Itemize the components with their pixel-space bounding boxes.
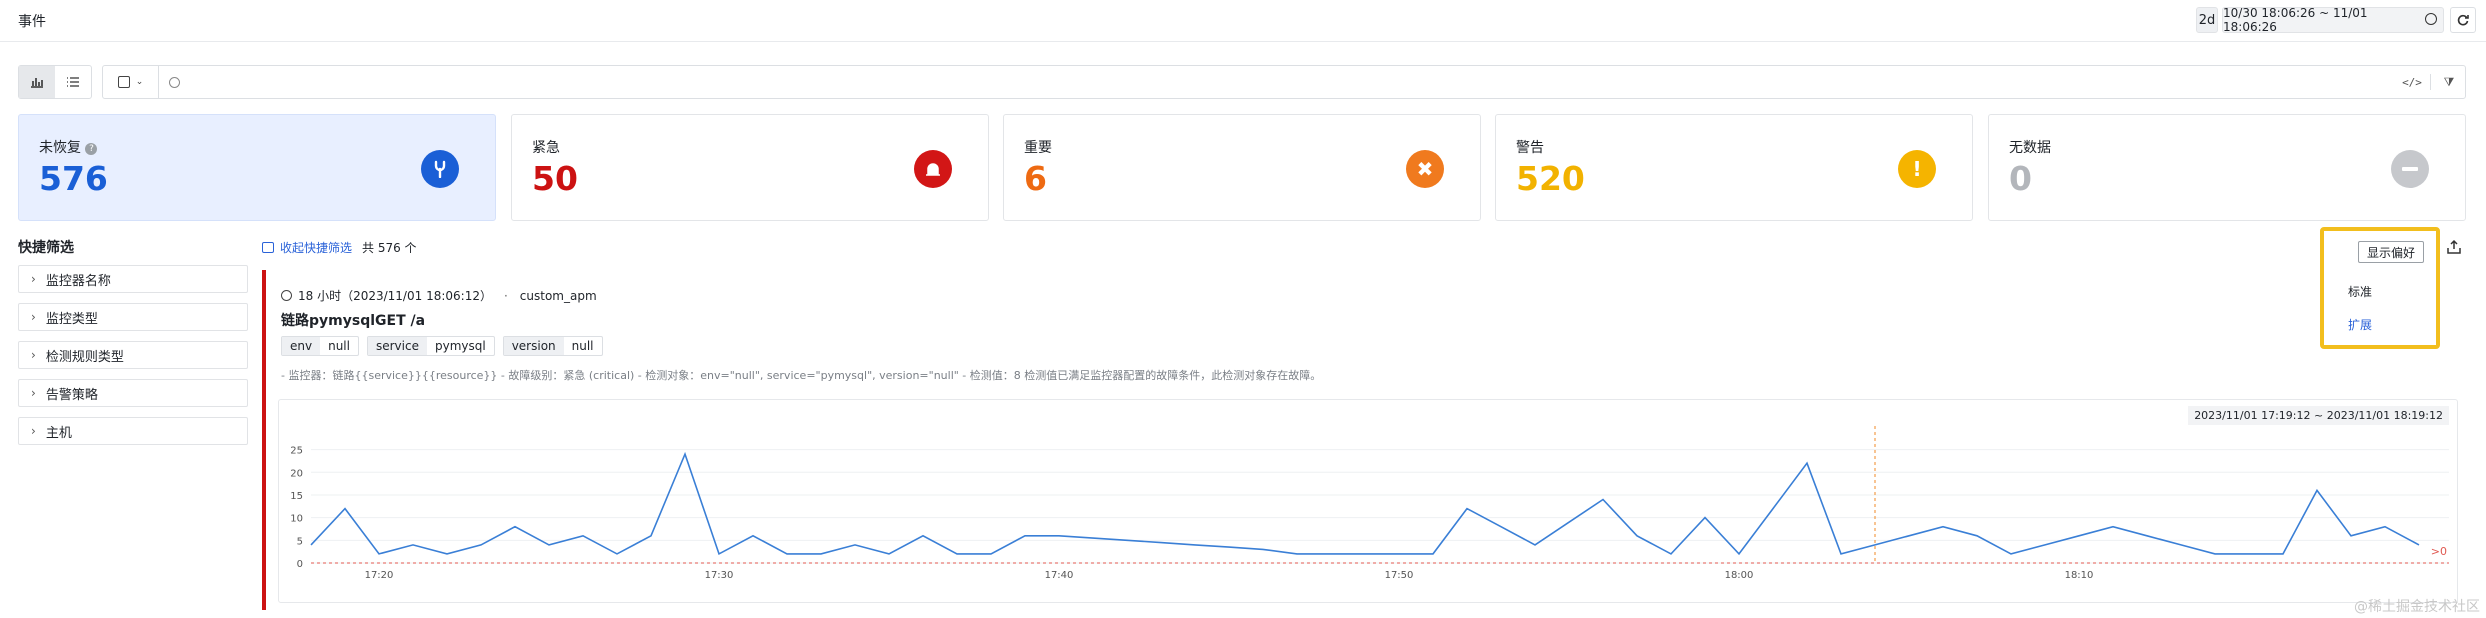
card-value: 50 xyxy=(532,159,578,198)
card-no-data[interactable]: 无数据 0 xyxy=(1988,114,2466,221)
chevron-right-icon: › xyxy=(31,424,36,438)
search-bar: ⌄ </> ⧩ xyxy=(102,65,2466,99)
help-icon: ? xyxy=(85,143,98,155)
event-description: - 监控器：链路{{service}}{{resource}} - 故障级别：紧… xyxy=(281,369,1322,382)
range-chip[interactable]: 2d xyxy=(2196,7,2218,33)
wrench-icon xyxy=(421,150,459,188)
card-important[interactable]: 重要 6 ✖ xyxy=(1003,114,1481,221)
chevron-down-icon: ⌄ xyxy=(135,77,144,87)
card-label: 重要 xyxy=(1024,140,1052,156)
y-tick-label: 15 xyxy=(290,491,303,502)
card-critical[interactable]: 紧急 50 xyxy=(511,114,989,221)
chart-view-button[interactable] xyxy=(19,66,55,98)
minus-icon xyxy=(2391,150,2429,188)
event-chart-panel: 2023/11/01 17:19:12 ~ 2023/11/01 18:19:1… xyxy=(278,399,2458,603)
filter-item-monitor-name[interactable]: › 监控器名称 xyxy=(18,265,248,293)
exclamation-icon: ! xyxy=(1898,150,1936,188)
card-label: 紧急 xyxy=(532,140,560,156)
card-value: 0 xyxy=(2009,159,2032,198)
page-title: 事件 xyxy=(18,14,46,30)
filter-item-alert-policy[interactable]: › 告警策略 xyxy=(18,379,248,407)
series-line xyxy=(310,451,2420,556)
x-tick-label: 18:10 xyxy=(2065,570,2094,581)
display-preference-button[interactable]: 显示偏好 xyxy=(2358,241,2424,263)
time-range-picker[interactable]: 10/30 18:06:26 ~ 11/01 18:06:26 xyxy=(2222,6,2444,34)
chevron-right-icon: › xyxy=(31,310,36,324)
quick-filter-title: 快捷筛选 xyxy=(18,240,74,256)
close-circle-icon: ✖ xyxy=(1406,150,1444,188)
filter-settings-icon[interactable]: ⧩ xyxy=(2437,75,2461,90)
card-label: 未恢复 xyxy=(39,140,81,156)
list-view-button[interactable] xyxy=(55,66,91,98)
x-tick-label: 18:00 xyxy=(1725,570,1754,581)
filter-item-label: 告警策略 xyxy=(45,387,98,403)
card-label: 无数据 xyxy=(2009,140,2051,156)
card-value: 6 xyxy=(1024,159,1047,198)
view-toggle xyxy=(18,65,92,99)
search-icon xyxy=(169,76,180,88)
tag-value: pymysql xyxy=(434,339,486,353)
page-header: 事件 2d 10/30 18:06:26 ~ 11/01 18:06:26 xyxy=(0,0,2486,42)
watermark: @稀土掘金技术社区 xyxy=(2354,599,2480,615)
event-line-chart: 0 5 10 15 20 25 17:20 17:30 17:40 17:50 18:00 18:10… xyxy=(290,426,2449,581)
collapse-icon[interactable] xyxy=(262,242,274,253)
source-selector[interactable]: ⌄ xyxy=(103,66,159,98)
card-value: 520 xyxy=(1516,159,1585,198)
filter-item-rule-type[interactable]: › 检测规则类型 xyxy=(18,341,248,369)
event-title[interactable]: 链路pymysqlGET /a xyxy=(281,310,425,330)
clock-icon xyxy=(281,290,292,301)
card-label: 警告 xyxy=(1516,140,1544,156)
list-bar: 收起快捷筛选 共 576 个 xyxy=(262,239,417,256)
filter-item-label: 监控器名称 xyxy=(45,273,111,289)
chevron-right-icon: › xyxy=(31,348,36,362)
y-tick-label: 25 xyxy=(290,446,303,457)
event-item[interactable]: 18 小时（2023/11/01 18:06:12） · custom_apm … xyxy=(262,270,2462,610)
y-tick-label: 10 xyxy=(290,514,303,525)
chevron-right-icon: › xyxy=(31,386,36,400)
time-range-text: 10/30 18:06:26 ~ 11/01 18:06:26 xyxy=(2223,6,2368,34)
event-time: 18 小时（2023/11/01 18:06:12） xyxy=(298,289,492,303)
export-icon xyxy=(2447,239,2461,254)
x-tick-label: 17:50 xyxy=(1385,570,1414,581)
x-tick-label: 17:30 xyxy=(705,570,734,581)
filter-item-monitor-type[interactable]: › 监控类型 xyxy=(18,303,248,331)
clock-icon xyxy=(2425,13,2437,25)
tag-env[interactable]: env null xyxy=(281,336,359,356)
y-tick-label: 0 xyxy=(297,559,303,570)
filter-item-label: 检测规则类型 xyxy=(45,349,124,365)
x-tick-label: 17:40 xyxy=(1045,570,1074,581)
collapse-filter-link[interactable]: 收起快捷筛选 xyxy=(280,239,352,256)
total-count: 共 576 个 xyxy=(362,241,417,255)
bar-chart-icon xyxy=(31,78,43,88)
y-tick-label: 20 xyxy=(290,468,303,479)
alarm-bell-icon xyxy=(914,150,952,188)
search-input[interactable] xyxy=(188,67,2400,97)
code-icon[interactable]: </> xyxy=(2400,76,2424,89)
x-tick-label: 17:20 xyxy=(365,570,394,581)
tag-key: version xyxy=(503,337,564,355)
event-source: custom_apm xyxy=(519,288,597,303)
card-value: 576 xyxy=(39,159,108,198)
tag-key: service xyxy=(367,337,427,355)
card-unrecovered[interactable]: 未恢复 ? 576 xyxy=(18,114,496,221)
threshold-label: >0 xyxy=(2431,545,2447,558)
list-icon xyxy=(67,77,79,87)
chevron-right-icon: › xyxy=(31,272,36,286)
filter-item-host[interactable]: › 主机 xyxy=(18,417,248,445)
tag-key: env xyxy=(282,337,321,355)
tag-value: null xyxy=(328,339,350,353)
database-icon xyxy=(117,76,130,88)
event-tags: env null service pymysql version null xyxy=(281,336,603,356)
filter-item-label: 主机 xyxy=(45,425,72,441)
tag-service[interactable]: service pymysql xyxy=(366,336,495,356)
card-warning[interactable]: 警告 520 ! xyxy=(1495,114,1973,221)
tag-value: null xyxy=(571,339,594,353)
tag-version[interactable]: version null xyxy=(502,336,603,356)
refresh-button[interactable] xyxy=(2450,7,2476,33)
refresh-icon xyxy=(2457,14,2469,26)
filter-item-label: 监控类型 xyxy=(45,311,98,327)
y-tick-label: 5 xyxy=(297,536,303,547)
export-button[interactable] xyxy=(2446,239,2462,259)
